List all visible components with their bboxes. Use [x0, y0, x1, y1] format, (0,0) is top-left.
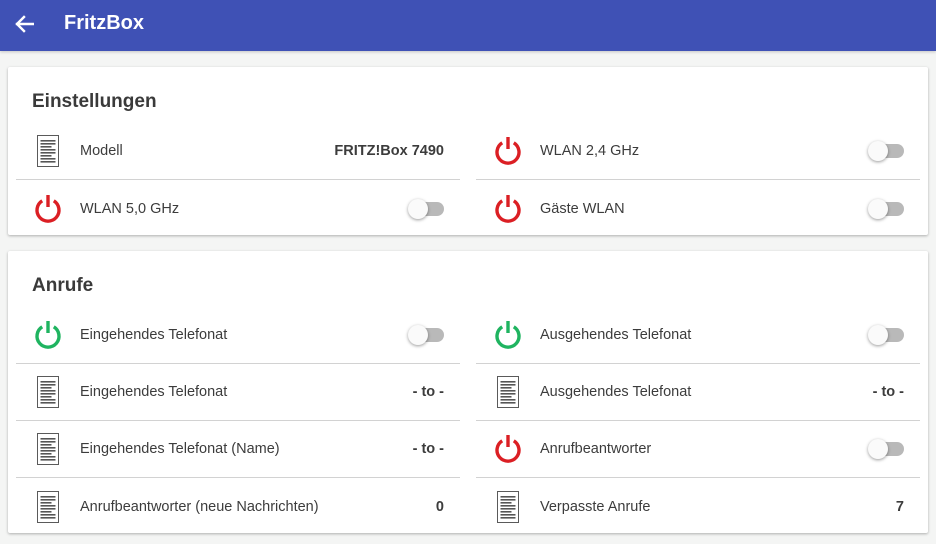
anrufe-row-label: Verpasste Anrufe	[540, 498, 651, 515]
einstellungen-row-label: Modell	[80, 143, 123, 159]
toggle-knob	[868, 325, 888, 345]
toggle-knob	[408, 198, 428, 219]
app-title: FritzBox	[64, 12, 144, 34]
toggle-switch[interactable]	[868, 439, 904, 459]
einstellungen-grid: Modell FRITZ!Box 7490 WLAN 2,4 GHz WLAN 5,0…	[16, 123, 920, 237]
anrufe-row-value: 7	[895, 498, 904, 515]
power-icon	[30, 317, 66, 353]
document-icon	[30, 489, 66, 525]
anrufe-row: Eingehendes Telefonat - to -	[16, 364, 460, 421]
anrufe-row-label: Anrufbeantworter	[540, 441, 652, 457]
anrufe-row: Anrufbeantworter	[476, 421, 920, 478]
einstellungen-row-value: FRITZ!Box 7490	[334, 143, 444, 159]
anrufe-row: Verpasste Anrufe 7	[476, 478, 920, 535]
back-button[interactable]	[10, 12, 38, 36]
toggle-knob	[408, 325, 428, 345]
einstellungen-row-label: WLAN 5,0 GHz	[80, 200, 180, 217]
anrufe-row-label: Eingehendes Telefonat (Name)	[80, 441, 280, 457]
app-bar: FritzBox	[0, 0, 936, 51]
toggle-knob	[868, 141, 888, 161]
anrufe-row-value: - to -	[872, 384, 904, 400]
anrufe-row-label: Eingehendes Telefonat	[80, 327, 228, 343]
einstellungen-row-label: Gäste WLAN	[540, 200, 625, 217]
anrufe-row-value: 0	[435, 498, 444, 515]
anrufe-row: Anrufbeantworter (neue Nachrichten) 0	[16, 478, 460, 535]
anrufe-row: Eingehendes Telefonat	[16, 307, 460, 364]
anrufe-row-value: - to -	[412, 441, 444, 457]
einstellungen-row: WLAN 5,0 GHz	[16, 180, 460, 237]
power-icon	[490, 317, 526, 353]
anrufe-title: Anrufe	[32, 275, 94, 296]
toggle-knob	[868, 439, 888, 459]
anrufe-grid: Eingehendes Telefonat Ausgehendes Telefon…	[16, 307, 920, 535]
power-icon	[30, 191, 66, 227]
einstellungen-card: Einstellungen Modell FRITZ!Box 7490 WLAN 2…	[8, 67, 928, 235]
document-icon	[30, 431, 66, 467]
toggle-switch[interactable]	[408, 198, 444, 219]
einstellungen-row: Gäste WLAN	[476, 180, 920, 237]
toggle-knob	[868, 198, 888, 219]
toggle-switch[interactable]	[408, 325, 444, 345]
anrufe-row-label: Ausgehendes Telefonat	[540, 327, 692, 343]
anrufe-row-label: Anrufbeantworter (neue Nachrichten)	[80, 498, 319, 515]
anrufe-card: Anrufe Eingehendes Telefonat Ausgehendes …	[8, 251, 928, 533]
document-icon	[490, 374, 526, 410]
power-icon	[490, 191, 526, 227]
anrufe-row-value: - to -	[412, 384, 444, 400]
anrufe-row-label: Eingehendes Telefonat	[80, 384, 228, 400]
power-icon	[490, 133, 526, 169]
anrufe-row: Ausgehendes Telefonat - to -	[476, 364, 920, 421]
arrow-left-icon	[15, 15, 34, 33]
toggle-switch[interactable]	[868, 325, 904, 345]
document-icon	[30, 133, 66, 169]
document-icon	[30, 374, 66, 410]
einstellungen-row: Modell FRITZ!Box 7490	[16, 123, 460, 180]
einstellungen-row-label: WLAN 2,4 GHz	[540, 143, 640, 159]
anrufe-row: Eingehendes Telefonat (Name) - to -	[16, 421, 460, 478]
einstellungen-row: WLAN 2,4 GHz	[476, 123, 920, 180]
anrufe-row-label: Ausgehendes Telefonat	[540, 384, 692, 400]
einstellungen-title: Einstellungen	[32, 91, 157, 112]
toggle-switch[interactable]	[868, 198, 904, 219]
anrufe-row: Ausgehendes Telefonat	[476, 307, 920, 364]
toggle-switch[interactable]	[868, 141, 904, 161]
power-icon	[490, 431, 526, 467]
document-icon	[490, 489, 526, 525]
